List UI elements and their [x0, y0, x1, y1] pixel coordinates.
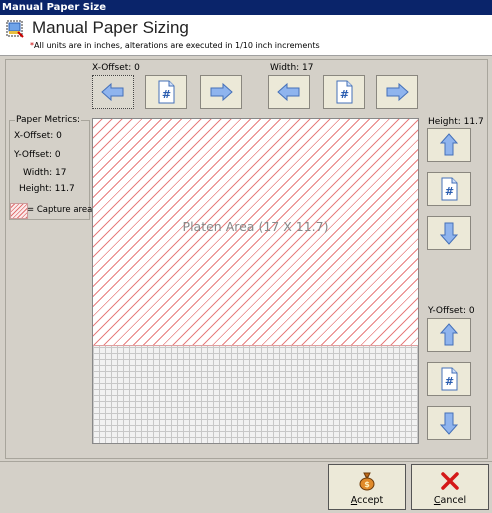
cancel-label: Cancel: [412, 495, 488, 506]
width-reset-button[interactable]: #: [323, 75, 365, 109]
arrow-right-icon: [386, 82, 409, 102]
arrow-left-icon: [277, 82, 300, 102]
accept-button[interactable]: $ Accept: [328, 464, 406, 510]
height-reset-button[interactable]: #: [427, 172, 471, 206]
number-document-icon: #: [158, 80, 175, 104]
height-label: Height: 11.7: [428, 117, 484, 127]
arrow-left-icon: [101, 82, 124, 102]
note-text: All units are in inches, alterations are…: [34, 41, 320, 50]
arrow-right-icon: [210, 82, 233, 102]
capture-area-swatch: [10, 203, 28, 219]
window-title: Manual Paper Size: [2, 2, 106, 13]
header-banner: Manual Paper Sizing *All units are in in…: [0, 15, 492, 56]
x-offset-decrease-button[interactable]: [92, 75, 134, 109]
number-document-icon: #: [336, 80, 353, 104]
cancel-mnemonic: C: [433, 495, 441, 506]
accept-label-rest: ccept: [357, 495, 384, 506]
metrics-x-offset: X-Offset: 0: [14, 131, 62, 141]
number-document-icon: #: [441, 177, 458, 201]
y-offset-decrease-button[interactable]: [427, 318, 471, 352]
arrow-down-icon: [439, 412, 459, 435]
metrics-height: Height: 11.7: [19, 184, 75, 194]
paper-metrics-title: Paper Metrics:: [15, 115, 82, 125]
height-increase-button[interactable]: [427, 128, 471, 162]
capture-area-legend: = Capture area: [27, 205, 93, 215]
accept-label: Accept: [329, 495, 405, 506]
window-titlebar: Manual Paper Size: [0, 0, 492, 15]
svg-text:#: #: [445, 185, 454, 198]
platen-label: Platen Area (17 X 11.7): [182, 219, 329, 234]
x-offset-reset-button[interactable]: #: [145, 75, 187, 109]
metrics-width: Width: 17: [23, 168, 67, 178]
width-decrease-button[interactable]: [268, 75, 310, 109]
width-increase-button[interactable]: [376, 75, 418, 109]
cancel-label-rest: ancel: [440, 495, 467, 506]
x-offset-label: X-Offset: 0: [92, 63, 140, 73]
svg-text:#: #: [445, 375, 454, 388]
platen-area: Platen Area (17 X 11.7): [92, 118, 419, 444]
arrow-up-icon: [439, 133, 459, 156]
arrow-down-icon: [439, 222, 459, 245]
cancel-button[interactable]: Cancel: [411, 464, 489, 510]
metrics-y-offset: Y-Offset: 0: [14, 150, 61, 160]
units-note: *All units are in inches, alterations ar…: [30, 41, 320, 50]
svg-text:$: $: [364, 480, 370, 489]
width-label: Width: 17: [270, 63, 314, 73]
y-offset-label: Y-Offset: 0: [428, 306, 475, 316]
page-title: Manual Paper Sizing: [32, 18, 189, 37]
paper-size-icon: [6, 20, 24, 38]
svg-text:#: #: [162, 88, 171, 101]
number-document-icon: #: [441, 367, 458, 391]
red-x-icon: [441, 472, 459, 490]
y-offset-reset-button[interactable]: #: [427, 362, 471, 396]
x-offset-increase-button[interactable]: [200, 75, 242, 109]
svg-text:#: #: [340, 88, 349, 101]
height-decrease-button[interactable]: [427, 216, 471, 250]
arrow-up-icon: [439, 323, 459, 346]
y-offset-increase-button[interactable]: [427, 406, 471, 440]
money-bag-icon: $: [359, 472, 375, 491]
